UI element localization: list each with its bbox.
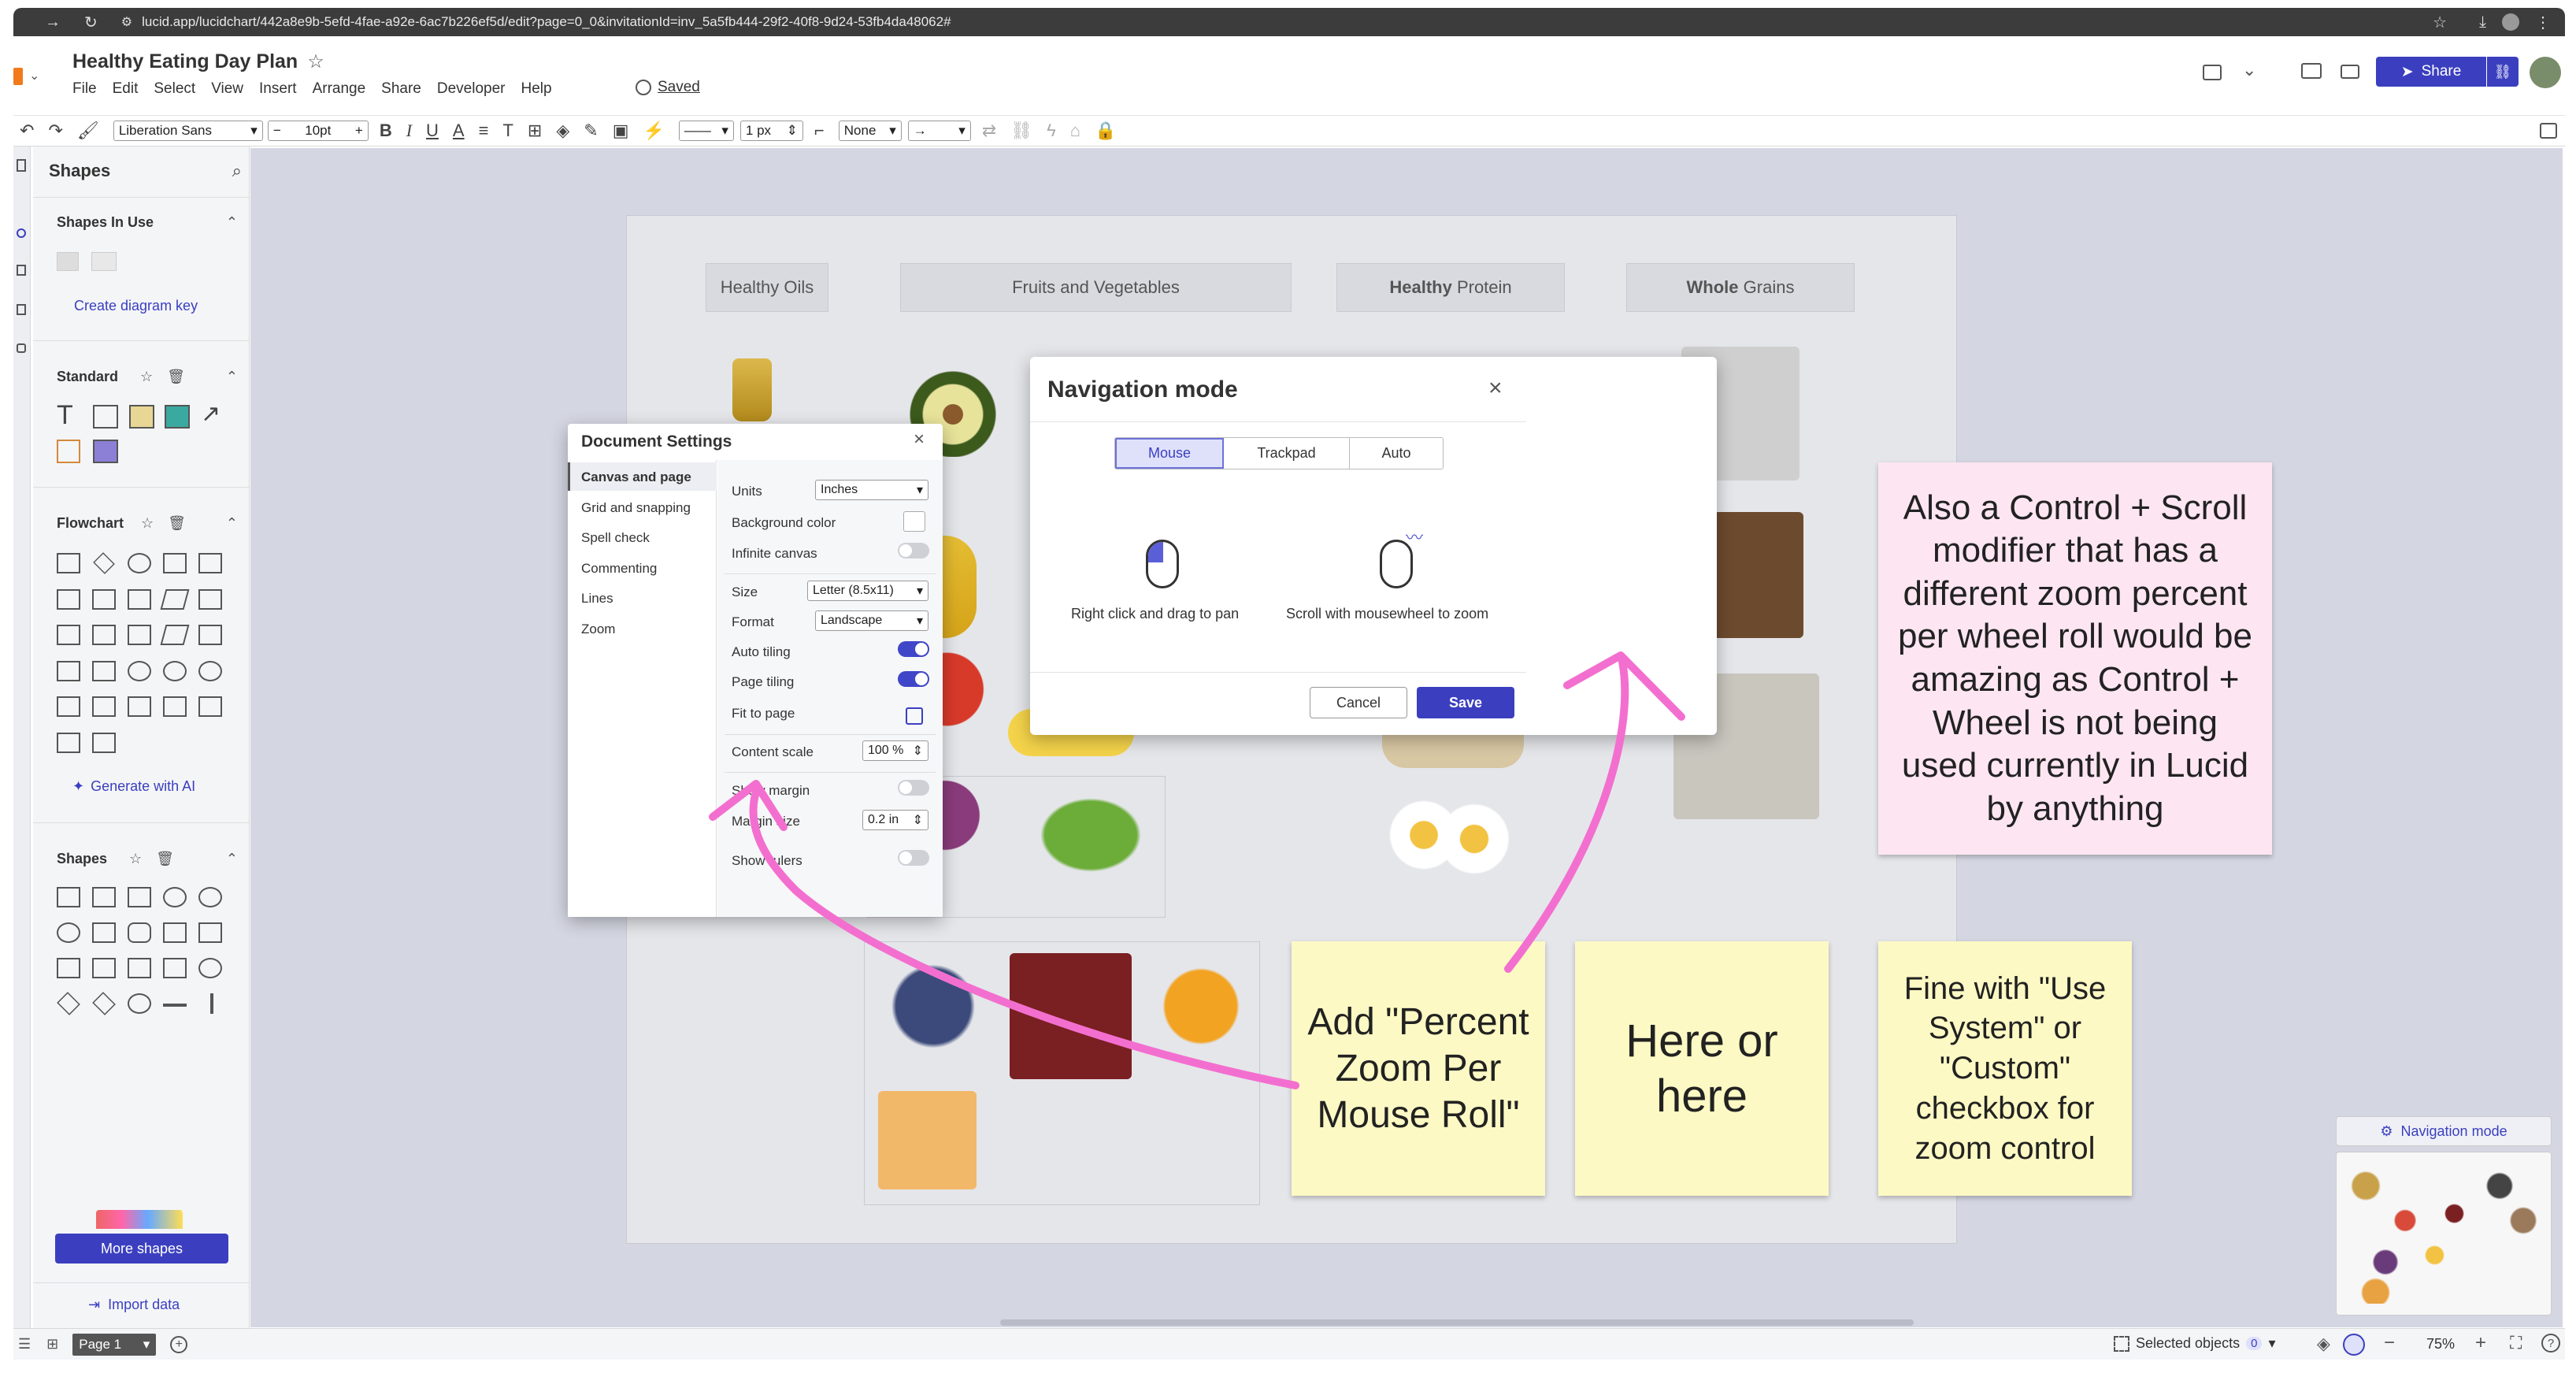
caret-down-icon[interactable]: ▾ [2268,1335,2275,1352]
arrow-to-document-settings [749,788,1299,1089]
page-tab-label: Page 1 [79,1336,122,1352]
minimap-thumbnails [2346,1165,2543,1304]
fullscreen-icon[interactable]: ⛶ [2510,1333,2522,1353]
navigation-mode-button[interactable]: ⚙ Navigation mode [2336,1116,2552,1146]
zoom-in-icon[interactable]: + [2475,1332,2486,1354]
horizontal-scrollbar[interactable] [1000,1319,1914,1326]
help-icon[interactable]: ? [2541,1334,2560,1353]
minimap[interactable] [2336,1152,2552,1315]
selected-count-badge: 0 [2246,1337,2263,1350]
layers-icon[interactable]: ◈ [2317,1334,2330,1354]
status-bar: ☰ ⊞ Page 1 ▾ + Selected objects 0 ▾ ◈ − 7… [13,1319,2565,1360]
gear-icon: ⚙ [2380,1123,2393,1139]
arrow-to-navigation-mode [1504,658,1629,973]
zoom-out-icon[interactable]: − [2384,1332,2395,1354]
add-page-icon[interactable]: + [170,1335,188,1353]
page-tab[interactable]: Page 1 ▾ [72,1333,157,1356]
navigation-mode-label: Navigation mode [2400,1123,2507,1139]
zoom-level[interactable]: 75% [2426,1336,2455,1353]
selected-objects-label[interactable]: Selected objects [2136,1335,2240,1352]
list-icon[interactable]: ☰ [18,1336,31,1353]
navigation-mode-icon[interactable] [2343,1334,2365,1356]
selected-objects-icon [2114,1335,2129,1352]
caret-down-icon: ▾ [143,1336,150,1352]
arrowhead-document-settings [709,780,788,831]
grid-view-icon[interactable]: ⊞ [46,1336,58,1353]
annotation-arrows [709,651,1685,1089]
